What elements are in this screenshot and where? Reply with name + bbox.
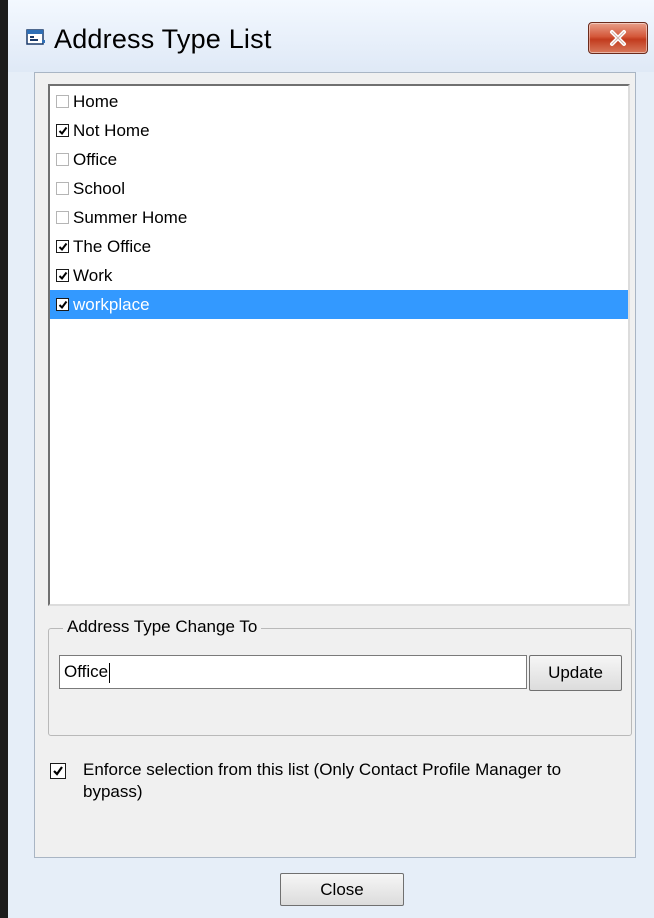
checkmark-icon	[53, 766, 63, 776]
address-type-list-dialog: Address Type List Home Not Home Office Scho…	[8, 0, 654, 918]
checkmark-icon	[58, 271, 67, 280]
list-item-checkbox[interactable]	[56, 269, 69, 282]
enforce-selection-checkbox[interactable]	[50, 763, 66, 779]
close-window-button[interactable]	[588, 22, 648, 54]
window-app-icon	[26, 29, 45, 45]
list-item-label: Home	[73, 91, 119, 111]
text-caret	[109, 662, 111, 683]
address-type-change-input[interactable]: Office	[59, 655, 527, 689]
list-item[interactable]: The Office	[50, 232, 628, 261]
address-type-listbox[interactable]: Home Not Home Office School Summer Home The O…	[48, 84, 630, 606]
list-item-label: workplace	[73, 294, 150, 314]
list-item[interactable]: workplace	[50, 290, 628, 319]
list-item-label: School	[73, 178, 125, 198]
list-item[interactable]: Work	[50, 261, 628, 290]
list-item[interactable]: Office	[50, 145, 628, 174]
input-value: Office	[64, 662, 109, 681]
list-item-label: Summer Home	[73, 207, 188, 227]
address-type-change-group: Address Type Change To Office Update	[48, 617, 632, 736]
group-legend: Address Type Change To	[63, 617, 262, 637]
list-item[interactable]: Summer Home	[50, 203, 628, 232]
list-item-checkbox[interactable]	[56, 298, 69, 311]
close-x-icon	[610, 30, 626, 46]
background-window-edge	[0, 0, 8, 918]
list-item-label: Office	[73, 149, 118, 169]
list-item-checkbox[interactable]	[56, 182, 69, 195]
list-item[interactable]: School	[50, 174, 628, 203]
list-item-checkbox[interactable]	[56, 153, 69, 166]
list-item-checkbox[interactable]	[56, 240, 69, 253]
checkmark-icon	[58, 242, 67, 251]
list-item-checkbox[interactable]	[56, 211, 69, 224]
list-item-checkbox[interactable]	[56, 95, 69, 108]
title-bar[interactable]: Address Type List	[8, 0, 654, 72]
list-item-checkbox[interactable]	[56, 124, 69, 137]
update-button[interactable]: Update	[529, 655, 622, 691]
list-item[interactable]: Not Home	[50, 116, 628, 145]
list-item-label: Work	[73, 265, 113, 285]
close-button[interactable]: Close	[280, 873, 404, 906]
window-title: Address Type List	[54, 24, 272, 54]
checkmark-icon	[58, 300, 67, 309]
checkmark-icon	[58, 126, 67, 135]
dialog-client-area: Home Not Home Office School Summer Home The O…	[34, 72, 636, 858]
enforce-selection-label: Enforce selection from this list (Only C…	[83, 760, 562, 801]
list-item-label: Not Home	[73, 120, 150, 140]
list-item[interactable]: Home	[50, 87, 628, 116]
list-item-label: The Office	[73, 236, 152, 256]
